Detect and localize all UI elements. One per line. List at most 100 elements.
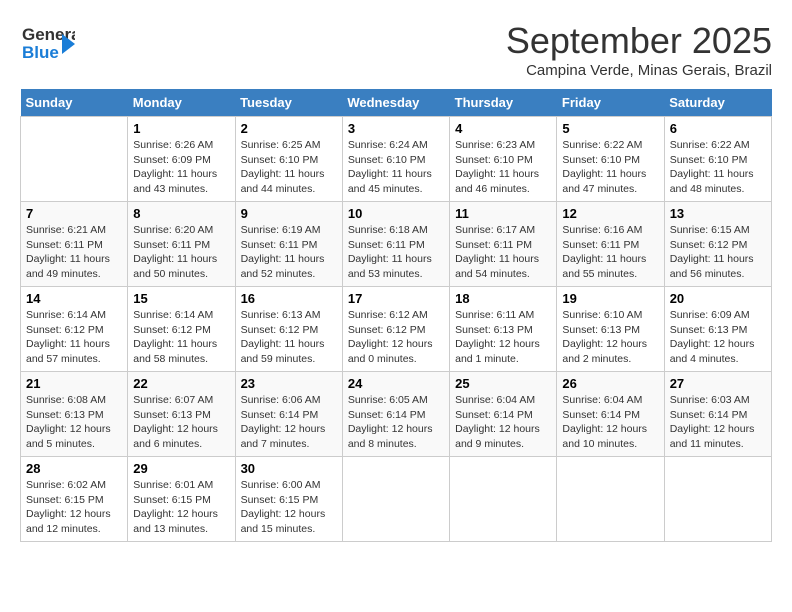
calendar-cell: 12 Sunrise: 6:16 AM Sunset: 6:11 PM Dayli… bbox=[557, 202, 664, 287]
day-number: 9 bbox=[241, 206, 337, 221]
weekday-header-saturday: Saturday bbox=[664, 89, 771, 117]
calendar-cell: 3 Sunrise: 6:24 AM Sunset: 6:10 PM Daylig… bbox=[342, 117, 449, 202]
day-info: Sunrise: 6:00 AM Sunset: 6:15 PM Dayligh… bbox=[241, 478, 337, 537]
day-info: Sunrise: 6:11 AM Sunset: 6:13 PM Dayligh… bbox=[455, 308, 551, 367]
day-number: 30 bbox=[241, 461, 337, 476]
day-info: Sunrise: 6:03 AM Sunset: 6:14 PM Dayligh… bbox=[670, 393, 766, 452]
day-number: 11 bbox=[455, 206, 551, 221]
day-info: Sunrise: 6:24 AM Sunset: 6:10 PM Dayligh… bbox=[348, 138, 444, 197]
calendar-cell: 8 Sunrise: 6:20 AM Sunset: 6:11 PM Daylig… bbox=[128, 202, 235, 287]
calendar-cell: 10 Sunrise: 6:18 AM Sunset: 6:11 PM Dayli… bbox=[342, 202, 449, 287]
day-number: 16 bbox=[241, 291, 337, 306]
day-info: Sunrise: 6:26 AM Sunset: 6:09 PM Dayligh… bbox=[133, 138, 229, 197]
calendar-cell bbox=[664, 457, 771, 542]
day-info: Sunrise: 6:14 AM Sunset: 6:12 PM Dayligh… bbox=[133, 308, 229, 367]
day-info: Sunrise: 6:23 AM Sunset: 6:10 PM Dayligh… bbox=[455, 138, 551, 197]
calendar-cell bbox=[21, 117, 128, 202]
calendar-cell: 5 Sunrise: 6:22 AM Sunset: 6:10 PM Daylig… bbox=[557, 117, 664, 202]
calendar-cell: 15 Sunrise: 6:14 AM Sunset: 6:12 PM Dayli… bbox=[128, 287, 235, 372]
day-number: 4 bbox=[455, 121, 551, 136]
calendar-cell bbox=[557, 457, 664, 542]
logo: General Blue bbox=[20, 20, 75, 65]
calendar-cell bbox=[450, 457, 557, 542]
day-info: Sunrise: 6:21 AM Sunset: 6:11 PM Dayligh… bbox=[26, 223, 122, 282]
day-number: 6 bbox=[670, 121, 766, 136]
day-info: Sunrise: 6:18 AM Sunset: 6:11 PM Dayligh… bbox=[348, 223, 444, 282]
day-number: 27 bbox=[670, 376, 766, 391]
day-number: 8 bbox=[133, 206, 229, 221]
day-info: Sunrise: 6:07 AM Sunset: 6:13 PM Dayligh… bbox=[133, 393, 229, 452]
day-info: Sunrise: 6:22 AM Sunset: 6:10 PM Dayligh… bbox=[562, 138, 658, 197]
calendar-cell: 13 Sunrise: 6:15 AM Sunset: 6:12 PM Dayli… bbox=[664, 202, 771, 287]
calendar-cell: 29 Sunrise: 6:01 AM Sunset: 6:15 PM Dayli… bbox=[128, 457, 235, 542]
day-info: Sunrise: 6:13 AM Sunset: 6:12 PM Dayligh… bbox=[241, 308, 337, 367]
calendar-cell: 20 Sunrise: 6:09 AM Sunset: 6:13 PM Dayli… bbox=[664, 287, 771, 372]
day-number: 19 bbox=[562, 291, 658, 306]
weekday-header-wednesday: Wednesday bbox=[342, 89, 449, 117]
day-info: Sunrise: 6:20 AM Sunset: 6:11 PM Dayligh… bbox=[133, 223, 229, 282]
day-info: Sunrise: 6:14 AM Sunset: 6:12 PM Dayligh… bbox=[26, 308, 122, 367]
calendar-cell: 28 Sunrise: 6:02 AM Sunset: 6:15 PM Dayli… bbox=[21, 457, 128, 542]
calendar-cell: 23Sunrise: 6:06 AM Sunset: 6:14 PM Dayli… bbox=[235, 372, 342, 457]
day-number: 25 bbox=[455, 376, 551, 391]
day-info: Sunrise: 6:12 AM Sunset: 6:12 PM Dayligh… bbox=[348, 308, 444, 367]
day-info: Sunrise: 6:17 AM Sunset: 6:11 PM Dayligh… bbox=[455, 223, 551, 282]
calendar-cell: 2 Sunrise: 6:25 AM Sunset: 6:10 PM Daylig… bbox=[235, 117, 342, 202]
calendar-cell: 30 Sunrise: 6:00 AM Sunset: 6:15 PM Dayli… bbox=[235, 457, 342, 542]
day-info: Sunrise: 6:06 AM Sunset: 6:14 PM Dayligh… bbox=[241, 393, 337, 452]
day-number: 29 bbox=[133, 461, 229, 476]
day-info: Sunrise: 6:05 AM Sunset: 6:14 PM Dayligh… bbox=[348, 393, 444, 452]
day-info: Sunrise: 6:10 AM Sunset: 6:13 PM Dayligh… bbox=[562, 308, 658, 367]
day-info: Sunrise: 6:02 AM Sunset: 6:15 PM Dayligh… bbox=[26, 478, 122, 537]
location: Campina Verde, Minas Gerais, Brazil bbox=[506, 62, 772, 79]
day-info: Sunrise: 6:15 AM Sunset: 6:12 PM Dayligh… bbox=[670, 223, 766, 282]
day-info: Sunrise: 6:16 AM Sunset: 6:11 PM Dayligh… bbox=[562, 223, 658, 282]
weekday-header-row: SundayMondayTuesdayWednesdayThursdayFrid… bbox=[21, 89, 772, 117]
day-info: Sunrise: 6:04 AM Sunset: 6:14 PM Dayligh… bbox=[562, 393, 658, 452]
svg-text:Blue: Blue bbox=[22, 43, 59, 62]
day-number: 10 bbox=[348, 206, 444, 221]
title-area: September 2025 Campina Verde, Minas Gera… bbox=[506, 20, 772, 79]
day-number: 21 bbox=[26, 376, 122, 391]
day-info: Sunrise: 6:25 AM Sunset: 6:10 PM Dayligh… bbox=[241, 138, 337, 197]
day-info: Sunrise: 6:22 AM Sunset: 6:10 PM Dayligh… bbox=[670, 138, 766, 197]
day-number: 15 bbox=[133, 291, 229, 306]
day-number: 5 bbox=[562, 121, 658, 136]
weekday-header-sunday: Sunday bbox=[21, 89, 128, 117]
day-number: 17 bbox=[348, 291, 444, 306]
calendar-cell: 27 Sunrise: 6:03 AM Sunset: 6:14 PM Dayli… bbox=[664, 372, 771, 457]
calendar-cell: 1 Sunrise: 6:26 AM Sunset: 6:09 PM Daylig… bbox=[128, 117, 235, 202]
calendar-cell: 11 Sunrise: 6:17 AM Sunset: 6:11 PM Dayli… bbox=[450, 202, 557, 287]
calendar-week-3: 14Sunrise: 6:14 AM Sunset: 6:12 PM Dayli… bbox=[21, 287, 772, 372]
day-number: 12 bbox=[562, 206, 658, 221]
weekday-header-monday: Monday bbox=[128, 89, 235, 117]
calendar-cell: 16 Sunrise: 6:13 AM Sunset: 6:12 PM Dayli… bbox=[235, 287, 342, 372]
day-number: 28 bbox=[26, 461, 122, 476]
calendar-cell: 4 Sunrise: 6:23 AM Sunset: 6:10 PM Daylig… bbox=[450, 117, 557, 202]
calendar-cell: 22 Sunrise: 6:07 AM Sunset: 6:13 PM Dayli… bbox=[128, 372, 235, 457]
calendar-cell bbox=[342, 457, 449, 542]
day-number: 24 bbox=[348, 376, 444, 391]
calendar-cell: 18Sunrise: 6:11 AM Sunset: 6:13 PM Dayli… bbox=[450, 287, 557, 372]
calendar-week-2: 7Sunrise: 6:21 AM Sunset: 6:11 PM Daylig… bbox=[21, 202, 772, 287]
calendar-cell: 21Sunrise: 6:08 AM Sunset: 6:13 PM Dayli… bbox=[21, 372, 128, 457]
calendar-cell: 17 Sunrise: 6:12 AM Sunset: 6:12 PM Dayli… bbox=[342, 287, 449, 372]
weekday-header-friday: Friday bbox=[557, 89, 664, 117]
day-number: 13 bbox=[670, 206, 766, 221]
page-header: General Blue September 2025 Campina Verd… bbox=[20, 20, 772, 79]
day-number: 1 bbox=[133, 121, 229, 136]
day-info: Sunrise: 6:09 AM Sunset: 6:13 PM Dayligh… bbox=[670, 308, 766, 367]
day-number: 2 bbox=[241, 121, 337, 136]
logo-icon: General Blue bbox=[20, 20, 75, 65]
calendar-cell: 26 Sunrise: 6:04 AM Sunset: 6:14 PM Dayli… bbox=[557, 372, 664, 457]
calendar-cell: 24 Sunrise: 6:05 AM Sunset: 6:14 PM Dayli… bbox=[342, 372, 449, 457]
day-number: 22 bbox=[133, 376, 229, 391]
day-number: 26 bbox=[562, 376, 658, 391]
calendar-week-5: 28 Sunrise: 6:02 AM Sunset: 6:15 PM Dayli… bbox=[21, 457, 772, 542]
day-number: 3 bbox=[348, 121, 444, 136]
calendar-week-4: 21Sunrise: 6:08 AM Sunset: 6:13 PM Dayli… bbox=[21, 372, 772, 457]
day-number: 20 bbox=[670, 291, 766, 306]
calendar-cell: 25Sunrise: 6:04 AM Sunset: 6:14 PM Dayli… bbox=[450, 372, 557, 457]
calendar-cell: 6 Sunrise: 6:22 AM Sunset: 6:10 PM Daylig… bbox=[664, 117, 771, 202]
day-info: Sunrise: 6:01 AM Sunset: 6:15 PM Dayligh… bbox=[133, 478, 229, 537]
